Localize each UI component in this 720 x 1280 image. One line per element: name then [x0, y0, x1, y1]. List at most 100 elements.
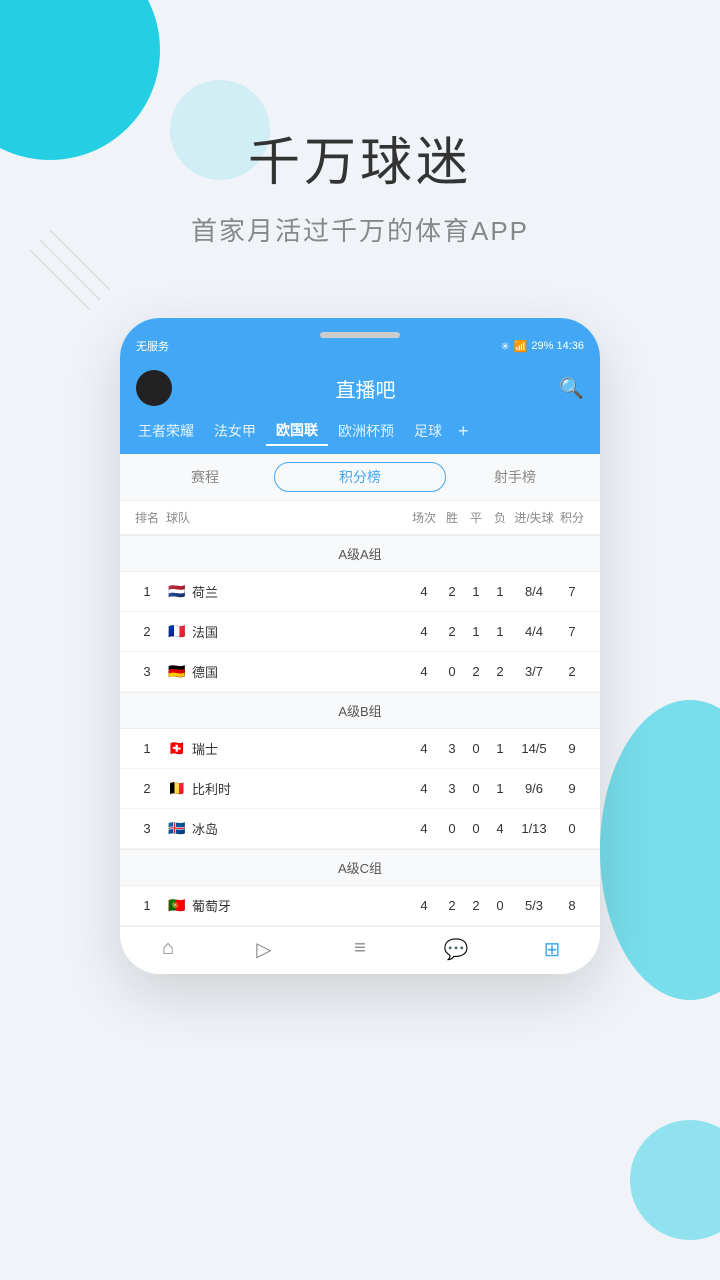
team-gd: 1/13 — [512, 821, 556, 836]
team-played: 4 — [408, 624, 440, 639]
team-name: 🇨🇭 瑞士 — [162, 739, 408, 758]
team-name: 🇳🇱 荷兰 — [162, 582, 408, 601]
nav-tab-euro[interactable]: 欧洲杯预 — [328, 417, 404, 445]
team-wins: 2 — [440, 624, 464, 639]
team-gd: 3/7 — [512, 664, 556, 679]
nav-tabs: 王者荣耀 法女甲 欧国联 欧洲杯预 足球 + — [120, 416, 600, 454]
team-losses: 1 — [488, 741, 512, 756]
app-header: 直播吧 🔍 — [120, 360, 600, 416]
team-played: 4 — [408, 821, 440, 836]
phone-mockup: 无服务 ✳ 📶 29% 14:36 直播吧 🔍 王者荣耀 法女甲 欧国联 欧洲杯… — [0, 318, 720, 974]
comment-icon: 💬 — [444, 937, 469, 962]
team-gd: 9/6 — [512, 781, 556, 796]
team-draws: 2 — [464, 664, 488, 679]
team-flag: 🇩🇪 — [166, 664, 188, 679]
bottom-nav-news[interactable]: ≡ — [312, 937, 408, 964]
team-rank: 1 — [132, 741, 162, 756]
team-pts: 8 — [556, 898, 588, 913]
table-header: 排名 球队 场次 胜 平 负 进/失球 积分 — [120, 501, 600, 535]
table-row[interactable]: 1 🇵🇹 葡萄牙 4 2 2 0 5/3 8 — [120, 886, 600, 926]
team-label: 荷兰 — [192, 582, 218, 601]
hero-section: 千万球迷 首家月活过千万的体育APP — [0, 0, 720, 278]
bottom-nav-comment[interactable]: 💬 — [408, 937, 504, 964]
team-flag: 🇧🇪 — [166, 781, 188, 796]
header-pts: 积分 — [556, 509, 588, 526]
team-losses: 0 — [488, 898, 512, 913]
phone-body: 无服务 ✳ 📶 29% 14:36 直播吧 🔍 王者荣耀 法女甲 欧国联 欧洲杯… — [120, 318, 600, 974]
team-name: 🇵🇹 葡萄牙 — [162, 896, 408, 915]
group-header: A级B组 — [120, 692, 600, 729]
team-label: 葡萄牙 — [192, 896, 231, 915]
team-played: 4 — [408, 584, 440, 599]
team-name: 🇩🇪 德国 — [162, 662, 408, 681]
nav-tab-uefanl[interactable]: 欧国联 — [266, 416, 328, 446]
table-row[interactable]: 1 🇳🇱 荷兰 4 2 1 1 8/4 7 — [120, 572, 600, 612]
app-title: 直播吧 — [336, 374, 396, 403]
sub-tab-schedule[interactable]: 赛程 — [136, 463, 274, 491]
team-flag: 🇵🇹 — [166, 898, 188, 913]
team-label: 冰岛 — [192, 819, 218, 838]
news-icon: ≡ — [354, 937, 366, 960]
group-header: A级A组 — [120, 535, 600, 572]
table-row[interactable]: 2 🇧🇪 比利时 4 3 0 1 9/6 9 — [120, 769, 600, 809]
team-gd: 14/5 — [512, 741, 556, 756]
team-label: 比利时 — [192, 779, 231, 798]
phone-notch — [320, 332, 400, 338]
sub-tab-standings[interactable]: 积分榜 — [274, 462, 446, 492]
table-row[interactable]: 3 🇮🇸 冰岛 4 0 0 4 1/13 0 — [120, 809, 600, 849]
team-rank: 2 — [132, 781, 162, 796]
nav-tab-ligue1[interactable]: 法女甲 — [204, 417, 266, 445]
team-rank: 1 — [132, 584, 162, 599]
status-battery-time: ✳ 📶 29% 14:36 — [500, 340, 584, 353]
team-name: 🇧🇪 比利时 — [162, 779, 408, 798]
nav-add-button[interactable]: + — [452, 421, 475, 442]
team-label: 瑞士 — [192, 739, 218, 758]
team-flag: 🇫🇷 — [166, 624, 188, 639]
team-pts: 2 — [556, 664, 588, 679]
video-icon: ▷ — [256, 937, 271, 962]
team-draws: 0 — [464, 741, 488, 756]
battery-text: 29% 14:36 — [531, 340, 584, 352]
table-row[interactable]: 2 🇫🇷 法国 4 2 1 1 4/4 7 — [120, 612, 600, 652]
team-wins: 0 — [440, 664, 464, 679]
team-name: 🇮🇸 冰岛 — [162, 819, 408, 838]
team-name: 🇫🇷 法国 — [162, 622, 408, 641]
team-pts: 9 — [556, 781, 588, 796]
team-played: 4 — [408, 781, 440, 796]
app-logo[interactable] — [136, 370, 172, 406]
bottom-nav-video[interactable]: ▷ — [216, 937, 312, 964]
team-flag: 🇳🇱 — [166, 584, 188, 599]
status-bar: 无服务 ✳ 📶 29% 14:36 — [120, 318, 600, 360]
search-button[interactable]: 🔍 — [559, 376, 584, 401]
nav-tab-wangzhe[interactable]: 王者荣耀 — [128, 417, 204, 445]
hero-subtitle: 首家月活过千万的体育APP — [40, 211, 680, 248]
nav-tab-football[interactable]: 足球 — [404, 417, 452, 445]
team-draws: 0 — [464, 781, 488, 796]
team-gd: 4/4 — [512, 624, 556, 639]
bg-decoration-circle-bottom-right — [630, 1120, 720, 1240]
bottom-nav: ⌂ ▷ ≡ 💬 ⊞ — [120, 926, 600, 974]
team-gd: 5/3 — [512, 898, 556, 913]
team-gd: 8/4 — [512, 584, 556, 599]
team-losses: 4 — [488, 821, 512, 836]
team-draws: 1 — [464, 624, 488, 639]
table-row[interactable]: 1 🇨🇭 瑞士 4 3 0 1 14/5 9 — [120, 729, 600, 769]
team-wins: 0 — [440, 821, 464, 836]
bottom-nav-home[interactable]: ⌂ — [120, 937, 216, 964]
wifi-icon: 📶 — [514, 340, 528, 353]
team-losses: 1 — [488, 584, 512, 599]
team-played: 4 — [408, 741, 440, 756]
team-draws: 2 — [464, 898, 488, 913]
team-wins: 2 — [440, 898, 464, 913]
header-rank: 排名 — [132, 509, 162, 526]
team-label: 德国 — [192, 662, 218, 681]
team-wins: 3 — [440, 781, 464, 796]
header-played: 场次 — [408, 509, 440, 526]
team-draws: 1 — [464, 584, 488, 599]
table-row[interactable]: 3 🇩🇪 德国 4 0 2 2 3/7 2 — [120, 652, 600, 692]
sub-tab-scorers[interactable]: 射手榜 — [446, 463, 584, 491]
team-rank: 1 — [132, 898, 162, 913]
bottom-nav-more[interactable]: ⊞ — [504, 937, 600, 964]
team-flag: 🇮🇸 — [166, 821, 188, 836]
hero-title: 千万球迷 — [40, 120, 680, 195]
